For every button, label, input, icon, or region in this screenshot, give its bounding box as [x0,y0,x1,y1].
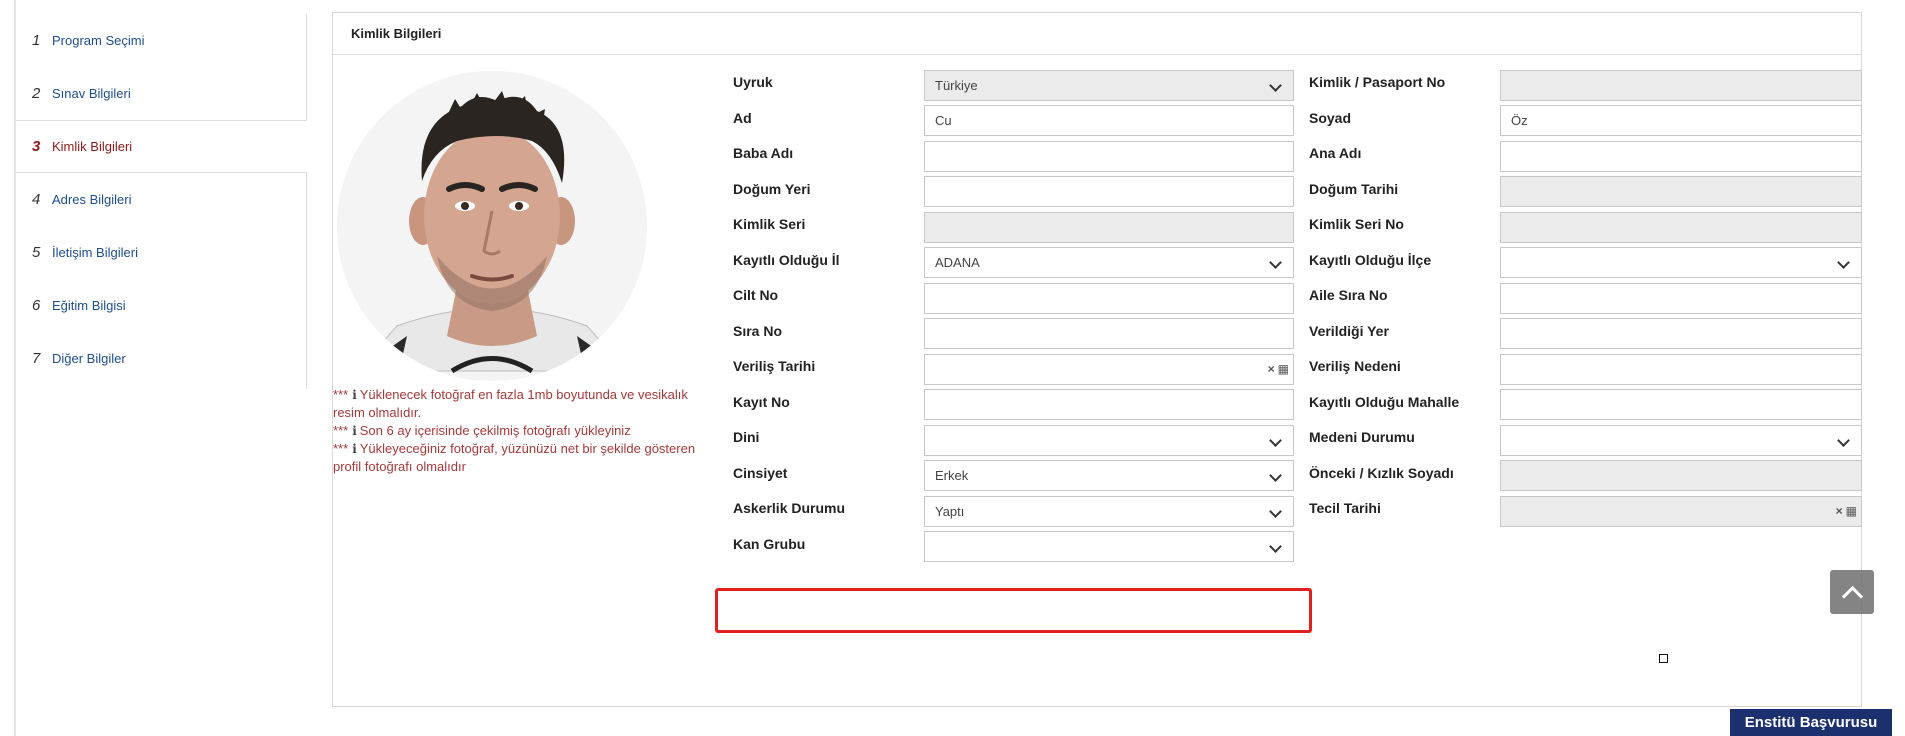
dini-select[interactable] [924,425,1294,456]
verilis-nedeni-field[interactable] [1500,354,1862,385]
sira-no-label: Sıra No [733,323,783,339]
scroll-to-top-button[interactable] [1830,570,1874,614]
kimlik-seri-no-label: Kimlik Seri No [1309,216,1404,232]
enstitu-basvurusu-button[interactable]: Enstitü Başvurusu [1730,709,1892,736]
kayitli-il-select[interactable]: ADANA [924,247,1294,278]
small-checkbox-icon[interactable] [1659,654,1668,663]
photo-note: *** i Son 6 ay içerisinde çekilmiş fotoğra… [333,423,631,438]
step-number: 6 [32,297,41,314]
verildigi-yer-field[interactable] [1500,318,1862,349]
aile-sira-no-label: Aile Sıra No [1309,287,1388,303]
kan-grubu-label: Kan Grubu [733,536,806,552]
info-icon: i [352,442,357,456]
kayitli-mahalle-field[interactable] [1500,389,1862,420]
calendar-icon[interactable]: ▦ [1278,362,1289,376]
step-egitim-bilgisi[interactable]: 6 Eğitim Bilgisi [16,279,306,332]
tecil-tarihi-field[interactable]: × ▦ [1500,496,1862,527]
step-number: 7 [32,350,41,367]
step-program-secimi[interactable]: 1 Program Seçimi [16,14,306,67]
step-adres-bilgileri[interactable]: 4 Adres Bilgileri [16,173,306,226]
ad-label: Ad [733,110,752,126]
aile-sira-no-field[interactable] [1500,283,1862,314]
askerlik-select[interactable]: Yaptı [924,496,1294,527]
steps-sidebar: 1 Program Seçimi 2 Sınav Bilgileri 3 Kim… [16,14,307,385]
calendar-icon[interactable]: ▦ [1846,504,1857,518]
step-sinav-bilgileri[interactable]: 2 Sınav Bilgileri [16,67,306,120]
profile-photo[interactable] [337,71,647,381]
kimlik-seri-label: Kimlik Seri [733,216,806,232]
verilis-nedeni-label: Veriliş Nedeni [1309,358,1401,374]
tecil-tarihi-label: Tecil Tarihi [1309,500,1381,516]
medeni-durum-label: Medeni Durumu [1309,429,1415,445]
sira-no-field[interactable] [924,318,1294,349]
cilt-no-field[interactable] [924,283,1294,314]
uyruk-label: Uyruk [733,74,773,90]
kimlik-seri-no-field[interactable] [1500,212,1862,243]
step-iletisim-bilgileri[interactable]: 5 İletişim Bilgileri [16,226,306,279]
ad-field[interactable]: Cu [924,105,1294,136]
step-number: 4 [32,191,41,208]
cinsiyet-select[interactable]: Erkek [924,460,1294,491]
ana-adi-label: Ana Adı [1309,145,1362,161]
verilis-tarihi-field[interactable]: × ▦ [924,354,1294,385]
panel-title: Kimlik Bilgileri [333,13,1861,55]
kimlik-no-label: Kimlik / Pasaport No [1309,74,1446,90]
kan-grubu-select[interactable] [924,531,1294,562]
step-label: Kimlik Bilgileri [52,139,133,154]
uyruk-select[interactable]: Türkiye [924,70,1294,101]
baba-adi-field[interactable] [924,141,1294,172]
clear-date-icon[interactable]: × [1836,504,1843,518]
info-icon: i [352,388,357,402]
soyad-field[interactable]: Öz [1500,105,1862,136]
step-label: İletişim Bilgileri [52,245,138,260]
kimlik-seri-field[interactable] [924,212,1294,243]
dogum-tarihi-field[interactable] [1500,176,1862,207]
kayit-no-label: Kayıt No [733,394,790,410]
dogum-yeri-field[interactable] [924,176,1294,207]
askerlik-highlight-box [715,588,1312,633]
step-label: Eğitim Bilgisi [52,298,126,313]
kayitli-il-label: Kayıtlı Olduğu İl [733,252,840,268]
photo-requirements: *** i Yüklenecek fotoğraf en fazla 1mb boy… [333,386,703,476]
step-diger-bilgiler[interactable]: 7 Diğer Bilgiler [16,332,306,385]
kimlik-no-field[interactable] [1500,70,1862,101]
soyad-label: Soyad [1309,110,1352,126]
kayitli-ilce-select[interactable] [1500,247,1862,278]
dini-label: Dini [733,429,760,445]
photo-note: *** i Yüklenecek fotoğraf en fazla 1mb boy… [333,387,688,420]
sidebar-divider [306,14,307,389]
verildigi-yer-label: Verildiği Yer [1309,323,1389,339]
askerlik-label: Askerlik Durumu [733,500,846,516]
cinsiyet-label: Cinsiyet [733,465,788,481]
info-icon: i [352,424,357,438]
kayitli-mahalle-label: Kayıtlı Olduğu Mahalle [1309,394,1460,410]
onceki-soyad-field[interactable] [1500,460,1862,491]
step-label: Diğer Bilgiler [52,351,126,366]
step-number: 3 [32,138,41,155]
verilis-tarihi-label: Veriliş Tarihi [733,358,816,374]
onceki-soyad-label: Önceki / Kızlık Soyadı [1309,465,1454,481]
step-label: Program Seçimi [52,33,145,48]
clear-date-icon[interactable]: × [1268,362,1275,376]
photo-note: *** i Yükleyeceğiniz fotoğraf, yüzünüzü ne… [333,441,696,474]
cilt-no-label: Cilt No [733,287,779,303]
step-kimlik-bilgileri[interactable]: 3 Kimlik Bilgileri [16,120,307,173]
kayit-no-field[interactable] [924,389,1294,420]
step-number: 5 [32,244,41,261]
dogum-tarihi-label: Doğum Tarihi [1309,181,1399,197]
kayitli-ilce-label: Kayıtlı Olduğu İlçe [1309,252,1432,268]
step-number: 1 [32,32,41,49]
ana-adi-field[interactable] [1500,141,1862,172]
medeni-durum-select[interactable] [1500,425,1862,456]
baba-adi-label: Baba Adı [733,145,794,161]
dogum-yeri-label: Doğum Yeri [733,181,811,197]
step-number: 2 [32,85,41,102]
step-label: Adres Bilgileri [52,192,132,207]
step-label: Sınav Bilgileri [52,86,131,101]
